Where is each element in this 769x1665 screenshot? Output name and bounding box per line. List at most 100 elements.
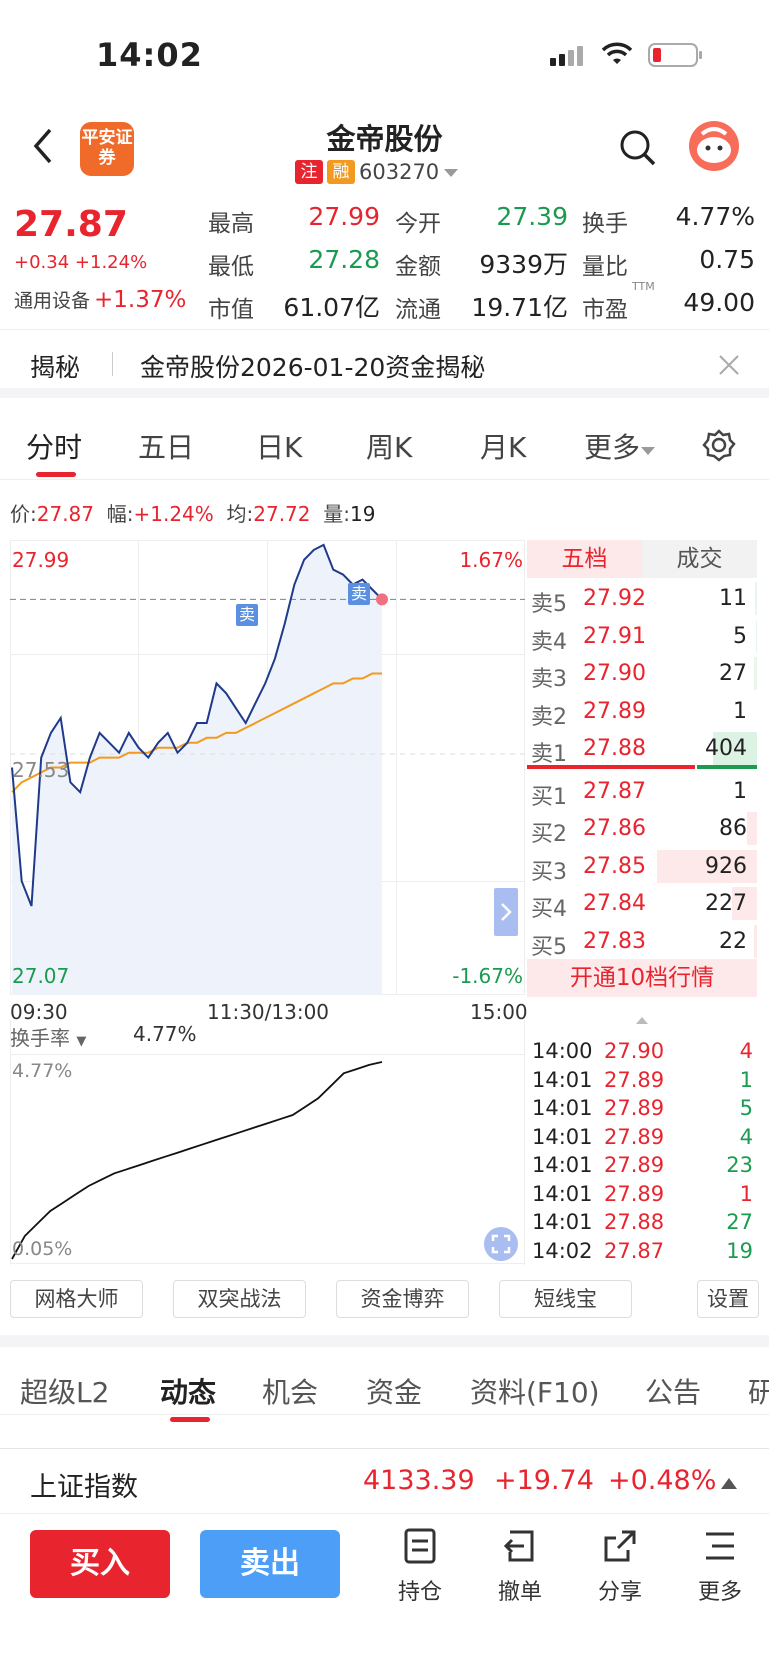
tab-monthly-k[interactable]: 月K (480, 426, 526, 466)
tab-f10[interactable]: 资料(F10) (470, 1371, 600, 1411)
level-label: 买1 (531, 784, 567, 810)
tab-research[interactable]: 研 (748, 1371, 769, 1411)
tab-announcements[interactable]: 公告 (645, 1371, 701, 1411)
tab-five-levels[interactable]: 五档 (527, 540, 642, 578)
tab-more[interactable]: 更多 (584, 426, 656, 466)
trade-time: 14:01 (532, 1210, 593, 1234)
level-price: 27.85 (583, 853, 646, 879)
fullscreen-icon[interactable] (484, 1227, 518, 1261)
tab-daily-k[interactable]: 日K (256, 426, 302, 466)
level-label: 卖3 (531, 667, 567, 692)
expand-panel-button[interactable] (494, 888, 518, 936)
tab-five-day[interactable]: 五日 (138, 426, 194, 466)
orderbook-row[interactable]: 买1 27.87 1 (527, 773, 757, 810)
cancel-order-button[interactable]: 撤单 (480, 1526, 560, 1606)
banner-label: 揭秘 (30, 353, 81, 382)
level-price: 27.83 (583, 928, 646, 954)
orderbook-row[interactable]: 买3 27.85 926 (527, 848, 757, 885)
buy-button[interactable]: 买入 (30, 1530, 170, 1598)
positions-button[interactable]: 持仓 (380, 1526, 460, 1606)
tool-short-line[interactable]: 短线宝 (499, 1280, 632, 1318)
trade-row: 14:01 27.89 1 (532, 1067, 757, 1095)
assistant-avatar-icon[interactable] (688, 120, 740, 172)
index-ticker[interactable]: 上证指数 4133.39 +19.74 +0.48% (0, 1448, 769, 1514)
close-icon[interactable] (718, 354, 740, 376)
sell-button[interactable]: 卖出 (200, 1530, 340, 1598)
trade-price: 27.89 (604, 1124, 665, 1149)
tab-intraday[interactable]: 分时 (26, 426, 82, 466)
trade-ticks: 14:00 27.90 4 14:01 27.89 1 14:01 27.89 5 14:01 27… (527, 1010, 757, 1268)
trade-row: 14:01 27.89 5 (532, 1095, 757, 1123)
stock-header: 平安证券 金帝股份 注 融 603270 (0, 110, 769, 190)
trade-price: 27.87 (604, 1238, 665, 1263)
wifi-icon (600, 42, 634, 68)
level-label: 买2 (531, 822, 567, 847)
orderbook-row[interactable]: 卖5 27.92 11 (527, 580, 757, 617)
intraday-chart[interactable]: 27.99 27.53 27.07 1.67% -1.67% 卖 卖 (10, 540, 525, 995)
stat-high: 27.99 (308, 202, 380, 231)
tool-grid-master[interactable]: 网格大师 (10, 1280, 143, 1318)
stat-label: 流通 (395, 297, 441, 323)
trade-price: 27.89 (604, 1067, 665, 1092)
turnover-chart-svg (11, 1061, 383, 1260)
trade-volume: 5 (739, 1096, 753, 1120)
index-name: 上证指数 (30, 1472, 138, 1503)
pct-low-label: -1.67% (452, 964, 523, 988)
order-book: 五档 成交 卖5 27.92 11 卖4 27.91 5 卖3 27.90 27 卖2 27.89 1… (527, 540, 757, 997)
orderbook-row[interactable]: 买4 27.84 227 (527, 885, 757, 922)
tab-news[interactable]: 动态 (160, 1371, 216, 1411)
info-tabs: 超级L2 动态 机会 资金 资料(F10) 公告 研 (0, 1335, 769, 1422)
orderbook-row[interactable]: 卖2 27.89 1 (527, 693, 757, 730)
sector-link[interactable]: 通用设备 +1.37% (14, 286, 186, 313)
trade-volume: 1 (739, 1181, 753, 1206)
level-volume: 1 (733, 778, 747, 804)
tab-funds[interactable]: 资金 (366, 1371, 422, 1411)
chevron-up-icon[interactable] (635, 1010, 649, 1024)
level-price: 27.92 (583, 586, 646, 611)
tab-super-l2[interactable]: 超级L2 (20, 1371, 109, 1411)
trade-time: 14:02 (532, 1238, 593, 1263)
stat-label: 市值 (208, 297, 254, 323)
level-price: 27.90 (583, 661, 646, 686)
level-volume: 404 (705, 736, 747, 761)
trade-time: 14:01 (532, 1181, 593, 1206)
upgrade-level2-button[interactable]: 开通10档行情 (527, 959, 757, 997)
orderbook-row[interactable]: 卖1 27.88 404 (527, 730, 757, 767)
stat-label: 最高 (208, 211, 254, 237)
level-price: 27.91 (583, 623, 646, 649)
last-price-dot (376, 593, 388, 606)
tool-fund-game[interactable]: 资金博弈 (336, 1280, 469, 1318)
turnover-line (11, 1061, 383, 1260)
menu-icon (706, 1532, 734, 1560)
sell-marker[interactable]: 卖 (236, 604, 258, 626)
turnover-high-label: 4.77% (12, 1060, 73, 1082)
gear-icon[interactable] (702, 428, 736, 462)
trade-volume: 19 (726, 1238, 753, 1263)
orderbook-row[interactable]: 卖4 27.91 5 (527, 618, 757, 655)
share-button[interactable]: 分享 (580, 1526, 660, 1606)
trade-price: 27.89 (604, 1181, 665, 1206)
orderbook-row[interactable]: 买2 27.86 86 (527, 810, 757, 847)
level-volume: 1 (733, 698, 747, 724)
stock-code-row[interactable]: 注 融 603270 (295, 158, 459, 186)
sell-marker[interactable]: 卖 (348, 583, 370, 605)
active-tab-indicator (36, 472, 76, 477)
tool-double-breakout[interactable]: 双突战法 (173, 1280, 306, 1318)
stock-code: 603270 (359, 160, 440, 184)
search-icon[interactable] (618, 128, 658, 168)
fund-reveal-banner[interactable]: 揭秘 金帝股份2026-01-20资金揭秘 (0, 330, 769, 398)
tab-trades[interactable]: 成交 (642, 540, 757, 578)
tool-settings[interactable]: 设置 (697, 1280, 759, 1318)
tab-weekly-k[interactable]: 周K (366, 426, 412, 466)
trade-row: 14:01 27.89 23 (532, 1152, 757, 1180)
signal-icon (548, 44, 592, 68)
more-button[interactable]: 更多 (680, 1526, 760, 1606)
orderbook-row[interactable]: 卖3 27.90 27 (527, 655, 757, 692)
index-change-pct: +0.48% (608, 1465, 717, 1496)
turnover-low-label: 0.05% (12, 1238, 73, 1260)
stat-low: 27.28 (308, 245, 380, 274)
share-icon (604, 1530, 636, 1562)
stat-label: 金额 (395, 254, 441, 280)
orderbook-row[interactable]: 买5 27.83 22 (527, 923, 757, 960)
tab-opportunity[interactable]: 机会 (262, 1371, 318, 1411)
